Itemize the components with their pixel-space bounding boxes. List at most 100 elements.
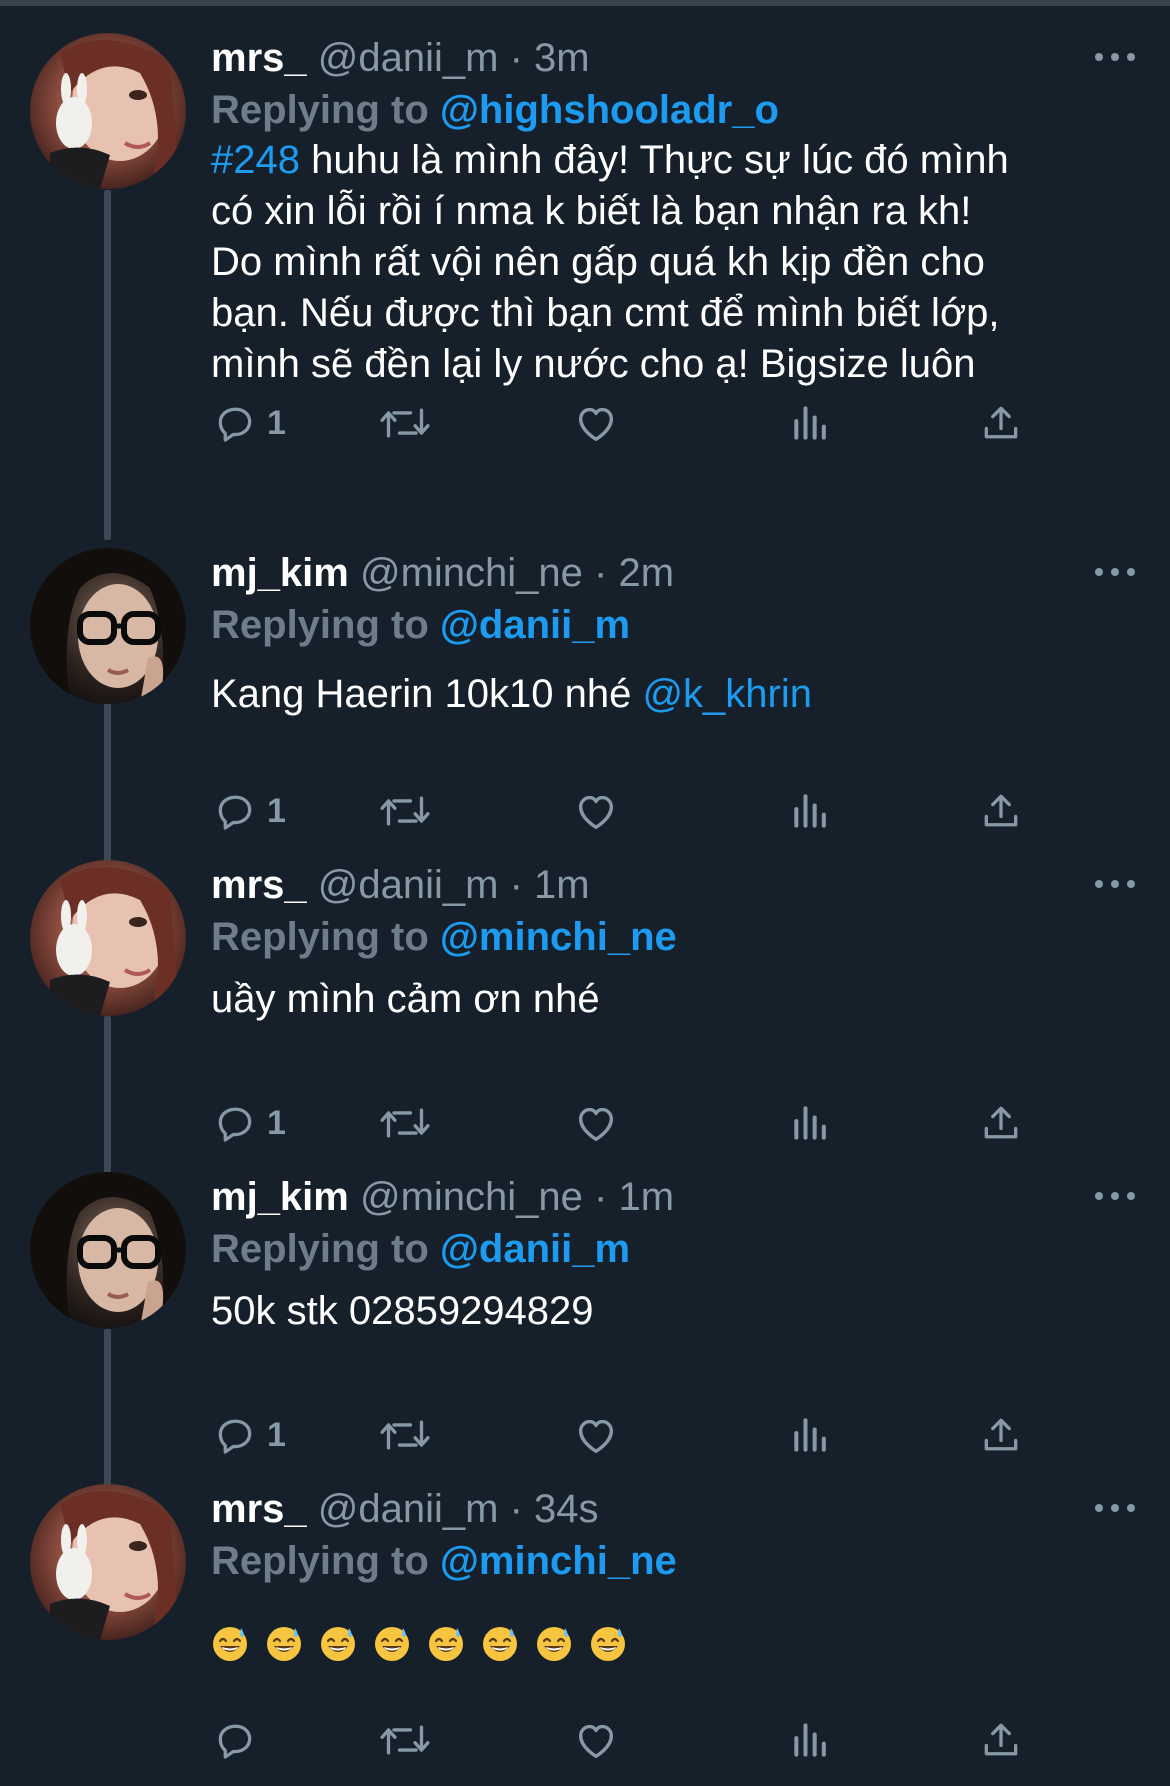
reply-button[interactable]: [213, 1712, 267, 1768]
share-button[interactable]: [979, 1407, 1023, 1463]
sweat-smile-emoji: [591, 1627, 625, 1661]
like-button[interactable]: [573, 1095, 619, 1151]
avatar-image: [30, 860, 186, 1016]
heart-icon: [578, 1107, 614, 1142]
tweet-actions: 1: [211, 395, 1131, 451]
reply-count: 1: [267, 791, 286, 830]
replying-to-mention[interactable]: @minchi_ne: [440, 915, 677, 959]
tweet-text-content: Kang Haerin 10k10 nhé: [211, 672, 643, 716]
analytics-button[interactable]: [789, 1407, 833, 1463]
retweet-button[interactable]: [379, 395, 431, 451]
handle[interactable]: @danii_m: [318, 1487, 499, 1531]
tweet-actions: 1: [211, 1095, 1131, 1151]
tweet-header: mj_kim @minchi_ne · 2m: [211, 548, 674, 598]
sweat-smile-emoji: [537, 1627, 571, 1661]
reply-icon: [218, 1724, 252, 1759]
separator: ·: [594, 1175, 608, 1219]
like-button[interactable]: [573, 1712, 619, 1768]
tweet[interactable]: mrs_ @danii_m · 1m Replying to @minchi_n…: [0, 860, 1170, 1142]
analytics-button[interactable]: [789, 783, 833, 839]
display-name[interactable]: mj_kim: [211, 1175, 349, 1219]
reply-button[interactable]: 1: [213, 395, 286, 451]
reply-icon: [218, 1419, 252, 1454]
handle[interactable]: @danii_m: [318, 863, 499, 907]
separator: ·: [509, 863, 523, 907]
retweet-button[interactable]: [379, 1712, 431, 1768]
analytics-icon: [794, 794, 826, 828]
more-icon[interactable]: [1089, 552, 1141, 592]
display-name[interactable]: mrs_: [211, 36, 307, 80]
tweet[interactable]: mrs_ @danii_m · 34s Replying to @minchi_…: [0, 1484, 1170, 1784]
replying-to: Replying to @minchi_ne: [211, 912, 677, 962]
mention-link[interactable]: @k_khrin: [642, 672, 812, 716]
retweet-button[interactable]: [379, 1407, 431, 1463]
retweet-icon: [380, 796, 430, 826]
avatar[interactable]: [30, 860, 186, 1016]
like-button[interactable]: [573, 783, 619, 839]
avatar[interactable]: [30, 1484, 186, 1640]
hashtag[interactable]: #248: [211, 138, 300, 182]
sweat-smile-emoji: [375, 1627, 409, 1661]
reply-icon: [218, 1107, 252, 1142]
timestamp[interactable]: 34s: [534, 1487, 599, 1531]
replying-to: Replying to @danii_m: [211, 1224, 630, 1274]
top-divider: [0, 0, 1170, 6]
avatar-image: [30, 33, 186, 189]
share-button[interactable]: [979, 783, 1023, 839]
heart-icon: [578, 1419, 614, 1454]
timestamp[interactable]: 1m: [619, 1175, 675, 1219]
more-icon[interactable]: [1089, 37, 1141, 77]
timestamp[interactable]: 3m: [534, 36, 590, 80]
display-name[interactable]: mj_kim: [211, 551, 349, 595]
analytics-button[interactable]: [789, 1095, 833, 1151]
analytics-button[interactable]: [789, 1712, 833, 1768]
reply-button[interactable]: 1: [213, 1407, 286, 1463]
replying-to-mention[interactable]: @danii_m: [440, 603, 630, 647]
share-icon: [984, 794, 1018, 827]
avatar[interactable]: [30, 33, 186, 189]
replying-to-mention[interactable]: @highshooladr_o: [440, 88, 779, 132]
heart-icon: [578, 795, 614, 830]
sweat-smile-emoji: [213, 1627, 247, 1661]
like-button[interactable]: [573, 1407, 619, 1463]
tweet-actions: [211, 1712, 1131, 1768]
timestamp[interactable]: 1m: [534, 863, 590, 907]
share-button[interactable]: [979, 1712, 1023, 1768]
retweet-button[interactable]: [379, 1095, 431, 1151]
display-name[interactable]: mrs_: [211, 1487, 307, 1531]
avatar[interactable]: [30, 1172, 186, 1328]
retweet-button[interactable]: [379, 783, 431, 839]
more-icon[interactable]: [1089, 1176, 1141, 1216]
share-button[interactable]: [979, 1095, 1023, 1151]
timestamp[interactable]: 2m: [619, 551, 675, 595]
reply-button[interactable]: 1: [213, 1095, 286, 1151]
replying-to: Replying to @danii_m: [211, 600, 630, 650]
share-icon: [984, 1106, 1018, 1139]
separator: ·: [509, 36, 523, 80]
share-button[interactable]: [979, 395, 1023, 451]
emoji-row: [211, 1624, 627, 1662]
analytics-icon: [794, 1723, 826, 1757]
handle[interactable]: @danii_m: [318, 36, 499, 80]
tweet-text-content: 50k stk 02859294829: [211, 1289, 594, 1333]
tweet[interactable]: mj_kim @minchi_ne · 1m Replying to @dani…: [0, 1172, 1170, 1454]
handle[interactable]: @minchi_ne: [360, 551, 583, 595]
tweet[interactable]: mj_kim @minchi_ne · 2m Replying to @dani…: [0, 548, 1170, 830]
tweet[interactable]: mrs_ @danii_m · 3m Replying to @highshoo…: [0, 33, 1170, 503]
more-icon[interactable]: [1089, 864, 1141, 904]
more-icon[interactable]: [1089, 1488, 1141, 1528]
retweet-icon: [380, 1725, 430, 1755]
replying-to-mention[interactable]: @danii_m: [440, 1227, 630, 1271]
replying-to-mention[interactable]: @minchi_ne: [440, 1539, 677, 1583]
tweet-header: mrs_ @danii_m · 34s: [211, 1484, 599, 1534]
display-name[interactable]: mrs_: [211, 863, 307, 907]
handle[interactable]: @minchi_ne: [360, 1175, 583, 1219]
analytics-icon: [794, 406, 826, 440]
heart-icon: [578, 1724, 614, 1759]
like-button[interactable]: [573, 395, 619, 451]
reply-button[interactable]: 1: [213, 783, 286, 839]
analytics-button[interactable]: [789, 395, 833, 451]
analytics-icon: [794, 1418, 826, 1452]
avatar-image: [30, 1172, 186, 1328]
avatar[interactable]: [30, 548, 186, 704]
